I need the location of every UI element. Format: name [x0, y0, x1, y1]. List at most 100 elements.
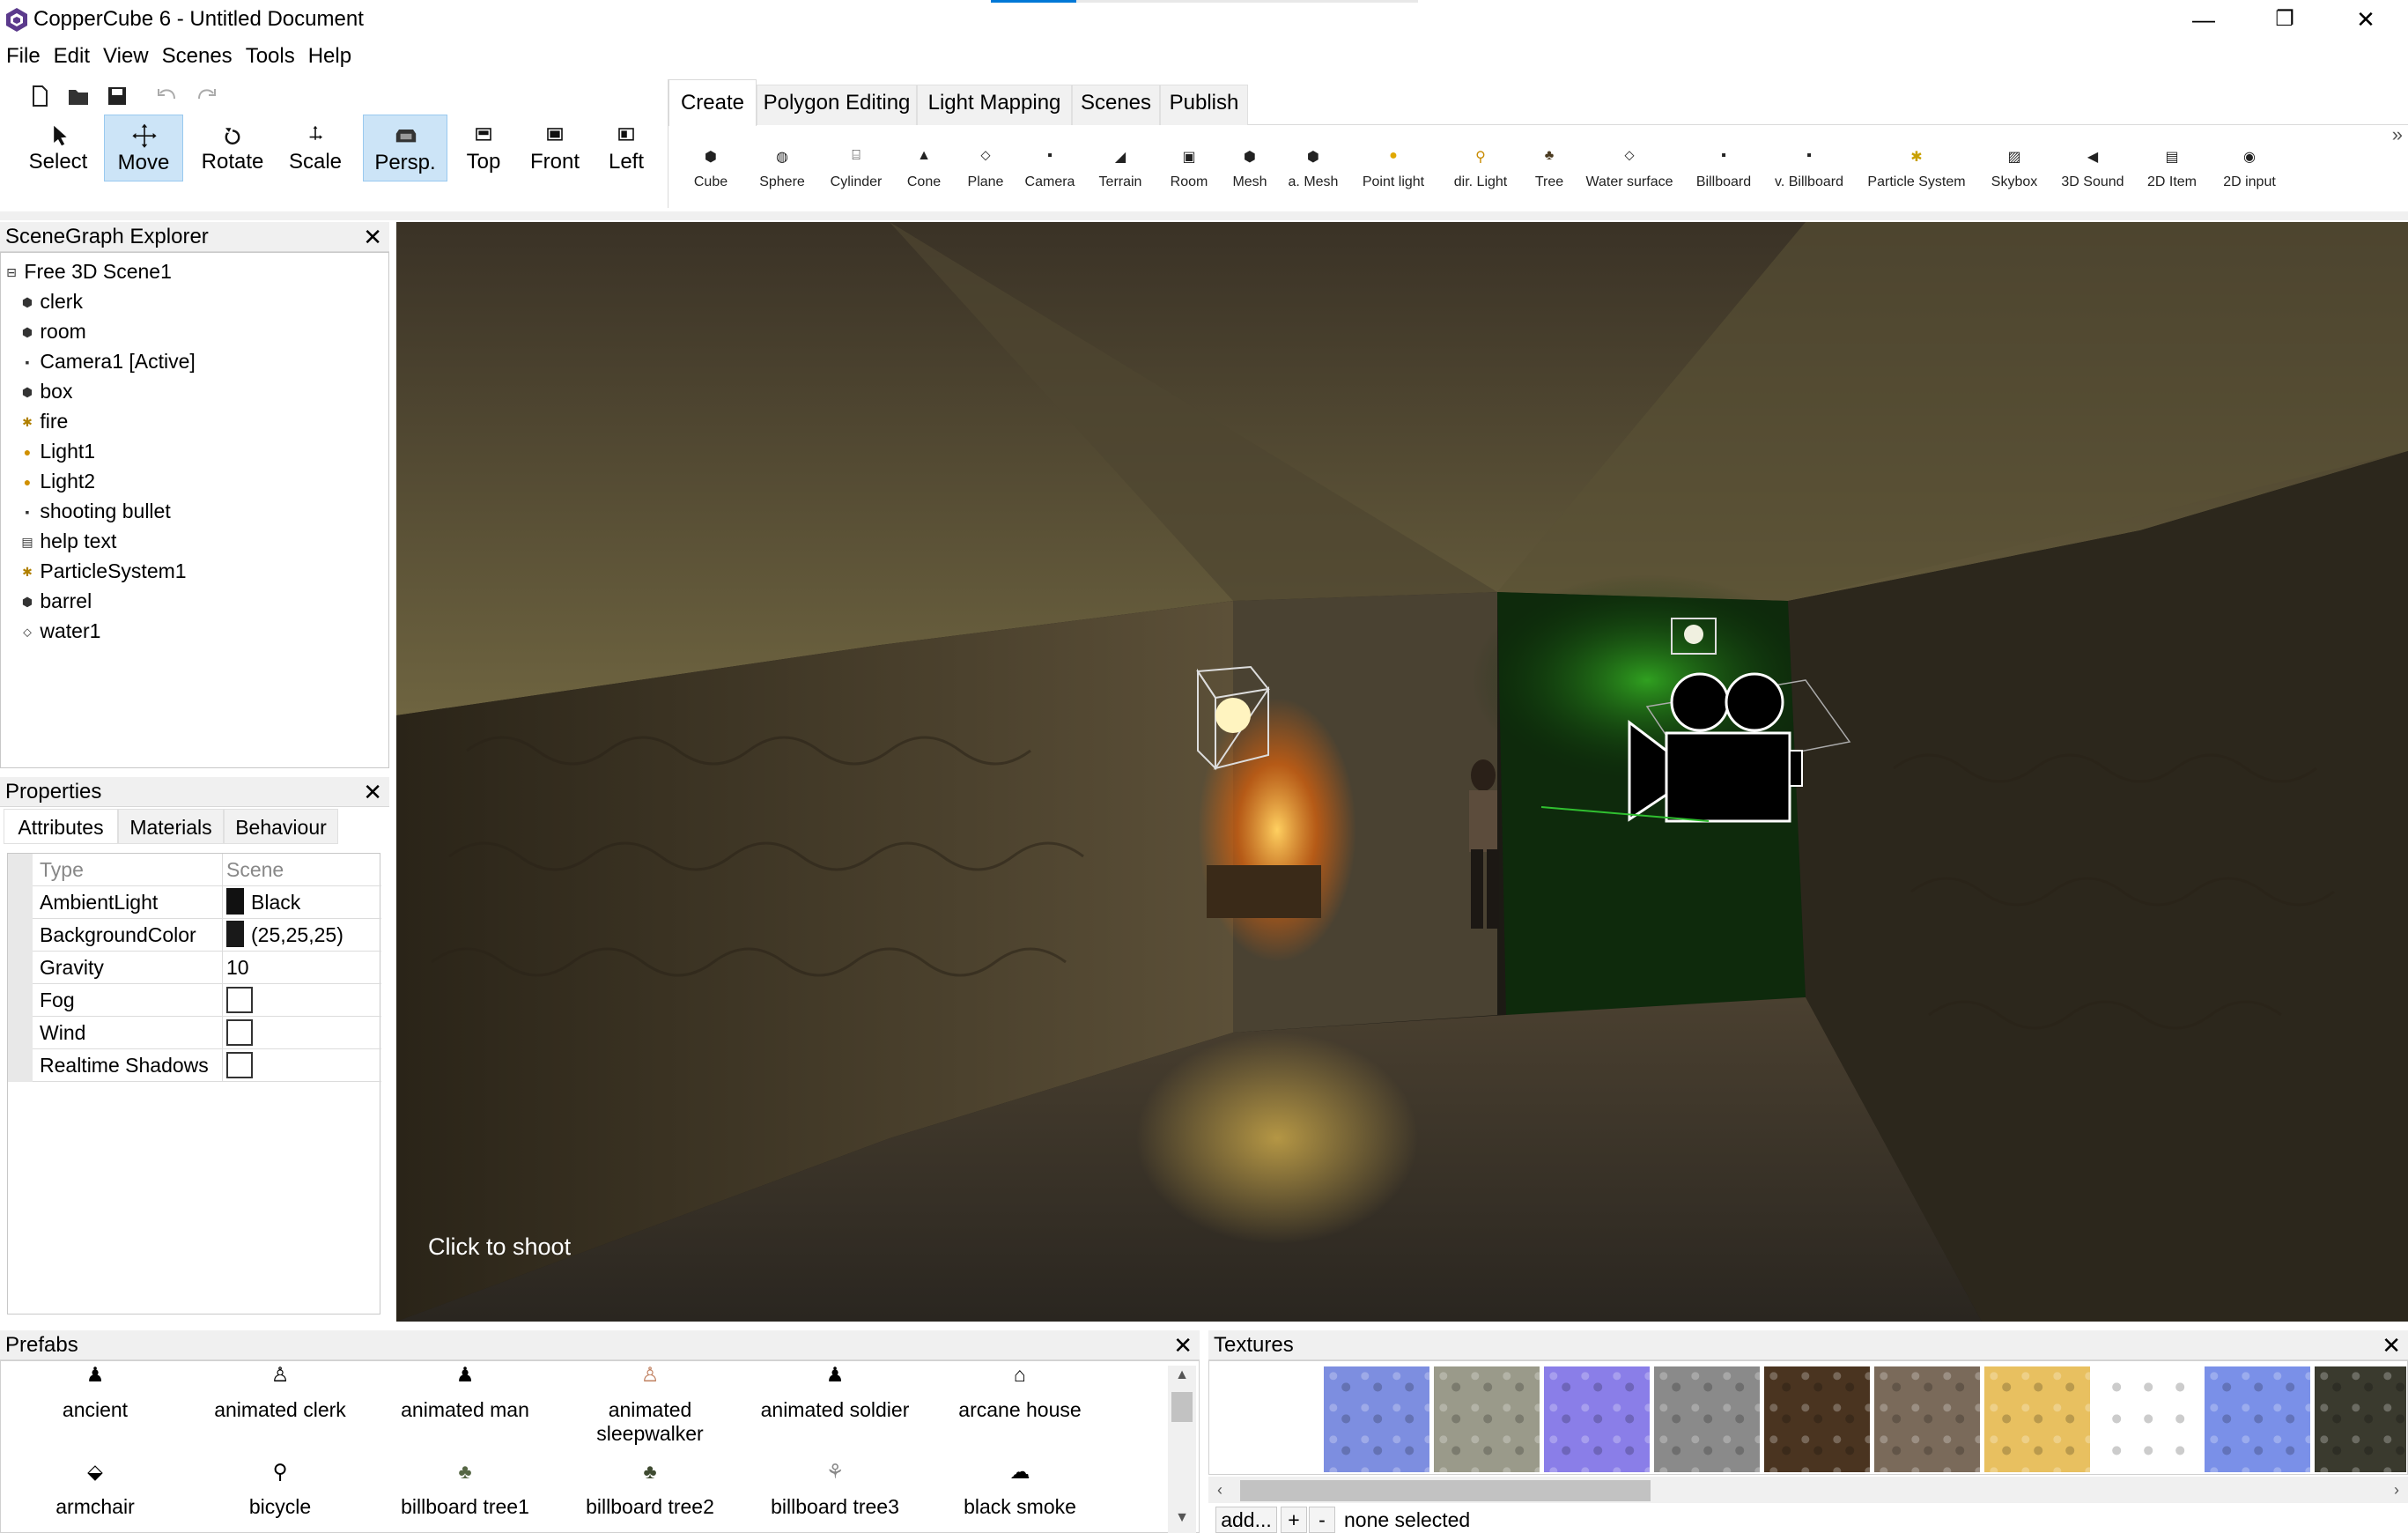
menu-tools[interactable]: Tools: [240, 41, 302, 69]
fog-checkbox[interactable]: [226, 987, 253, 1013]
prefab-item[interactable]: ♟ animated man: [373, 1363, 558, 1422]
prefab-item[interactable]: ⚘ billboard tree3: [742, 1460, 927, 1519]
create-vertical-billboard-button[interactable]: ▪ v. Billboard: [1768, 148, 1850, 190]
prefabs-scrollbar[interactable]: ▲ ▼: [1168, 1366, 1196, 1533]
realtime-shadows-checkbox[interactable]: [226, 1052, 253, 1078]
menu-scenes[interactable]: Scenes: [156, 41, 240, 69]
maximize-button[interactable]: ❐: [2244, 0, 2325, 39]
create-cylinder-button[interactable]: ⌸ Cylinder: [824, 148, 889, 190]
tab-scenes[interactable]: Scenes: [1072, 85, 1160, 125]
create-particle-system-button[interactable]: ✱ Particle System: [1861, 148, 1972, 190]
property-row-backgroundcolor[interactable]: BackgroundColor (25,25,25): [8, 919, 381, 952]
property-row-ambientlight[interactable]: AmbientLight Black: [8, 886, 381, 919]
tab-create[interactable]: Create: [668, 79, 757, 126]
tree-node-particlesystem1[interactable]: ✱ ParticleSystem1: [20, 556, 186, 586]
create-point-light-button[interactable]: ● Point light: [1355, 148, 1431, 190]
tab-light-mapping[interactable]: Light Mapping: [917, 85, 1072, 125]
tab-behaviour[interactable]: Behaviour: [224, 809, 338, 844]
create-tree-button[interactable]: ♣ Tree: [1526, 148, 1572, 190]
new-document-icon[interactable]: [25, 81, 55, 111]
select-tool-button[interactable]: Select: [16, 115, 100, 181]
save-icon[interactable]: [102, 81, 132, 111]
tree-node-shooting-bullet[interactable]: ▪ shooting bullet: [20, 496, 171, 526]
zoom-out-button[interactable]: -: [1309, 1507, 1335, 1533]
tab-publish[interactable]: Publish: [1160, 85, 1248, 125]
gravity-input[interactable]: 10: [226, 952, 249, 984]
tree-node-room[interactable]: ⬢ room: [20, 316, 86, 346]
create-camera-button[interactable]: ▪ Camera: [1019, 148, 1081, 190]
texture-thumbnail[interactable]: [2094, 1366, 2200, 1472]
prefabs-close-icon[interactable]: ✕: [1173, 1330, 1193, 1360]
property-row-realtime-shadows[interactable]: Realtime Shadows: [8, 1049, 381, 1082]
texture-thumbnail[interactable]: [1434, 1366, 1540, 1472]
create-cone-button[interactable]: ▲ Cone: [897, 148, 950, 190]
left-view-button[interactable]: Left: [595, 115, 657, 181]
property-row-fog[interactable]: Fog: [8, 984, 381, 1017]
scrollbar-thumb[interactable]: [1171, 1392, 1193, 1422]
create-mesh-button[interactable]: ⬢ Mesh: [1223, 148, 1276, 190]
perspective-view-button[interactable]: Persp.: [363, 115, 447, 181]
menu-file[interactable]: File: [0, 41, 48, 69]
texture-thumbnail[interactable]: [1324, 1366, 1429, 1472]
tab-materials[interactable]: Materials: [118, 809, 224, 844]
create-terrain-button[interactable]: ◢ Terrain: [1088, 148, 1153, 190]
prefab-item[interactable]: ♟ animated soldier: [742, 1363, 927, 1422]
property-row-wind[interactable]: Wind: [8, 1017, 381, 1049]
create-animated-mesh-button[interactable]: ⬢ a. Mesh: [1282, 148, 1345, 190]
tree-node-box[interactable]: ⬢ box: [20, 376, 73, 406]
create-skybox-button[interactable]: ▨ Skybox: [1981, 148, 2048, 190]
prefab-item[interactable]: ♙ animated clerk: [188, 1363, 373, 1422]
texture-thumbnail[interactable]: [1654, 1366, 1760, 1472]
prefab-item[interactable]: ⌂ arcane house: [927, 1363, 1112, 1422]
scroll-right-icon[interactable]: ›: [2394, 1477, 2399, 1503]
scroll-left-icon[interactable]: ‹: [1217, 1477, 1222, 1503]
tree-node-light1[interactable]: ● Light1: [20, 436, 95, 466]
property-row-gravity[interactable]: Gravity 10: [8, 952, 381, 984]
menu-view[interactable]: View: [97, 41, 156, 69]
textures-scrollbar[interactable]: ‹ ›: [1208, 1477, 2408, 1503]
prefab-item[interactable]: ♟ ancient: [3, 1363, 188, 1422]
3d-viewport[interactable]: Click to shoot: [396, 222, 2408, 1322]
minimize-button[interactable]: —: [2163, 0, 2244, 39]
tree-node-light2[interactable]: ● Light2: [20, 466, 95, 496]
close-button[interactable]: ✕: [2325, 0, 2406, 39]
open-folder-icon[interactable]: [63, 81, 93, 111]
create-cube-button[interactable]: ⬢ Cube: [684, 148, 737, 190]
collapse-box-icon[interactable]: ⊟: [4, 257, 18, 287]
menu-edit[interactable]: Edit: [48, 41, 97, 69]
zoom-in-button[interactable]: +: [1281, 1507, 1307, 1533]
tree-node-water1[interactable]: ⬦ water1: [20, 616, 100, 646]
create-2d-item-button[interactable]: ▤ 2D Item: [2139, 148, 2205, 190]
texture-thumbnail[interactable]: [1984, 1366, 2090, 1472]
ribbon-overflow-icon[interactable]: »: [2392, 123, 2403, 146]
move-tool-button[interactable]: Move: [104, 115, 183, 181]
create-room-button[interactable]: ▣ Room: [1162, 148, 1216, 190]
prefab-item[interactable]: ⚲ bicycle: [188, 1460, 373, 1519]
tab-polygon-editing[interactable]: Polygon Editing: [757, 85, 917, 125]
create-sphere-button[interactable]: ◍ Sphere: [751, 148, 813, 190]
prefab-item[interactable]: ⬙ armchair: [3, 1460, 188, 1519]
create-billboard-button[interactable]: ▪ Billboard: [1688, 148, 1759, 190]
texture-thumbnail[interactable]: [1764, 1366, 1870, 1472]
textures-close-icon[interactable]: ✕: [2382, 1330, 2401, 1360]
color-swatch[interactable]: [226, 888, 244, 915]
tree-node-clerk[interactable]: ⬢ clerk: [20, 286, 83, 316]
scroll-up-icon[interactable]: ▲: [1168, 1367, 1196, 1383]
texture-thumbnail[interactable]: [1874, 1366, 1980, 1472]
front-view-button[interactable]: Front: [520, 115, 590, 181]
redo-icon[interactable]: [192, 81, 222, 111]
prefab-item[interactable]: ♙ animated sleepwalker: [558, 1363, 742, 1446]
create-directional-light-button[interactable]: ⚲ dir. Light: [1444, 148, 1518, 190]
tree-node-barrel[interactable]: ⬢ barrel: [20, 586, 92, 616]
texture-thumbnail[interactable]: [2315, 1366, 2406, 1472]
properties-close-icon[interactable]: ✕: [363, 777, 382, 807]
menu-help[interactable]: Help: [302, 41, 358, 69]
top-view-button[interactable]: Top: [453, 115, 514, 181]
scenegraph-close-icon[interactable]: ✕: [363, 222, 382, 252]
create-water-surface-button[interactable]: ⬦ Water surface: [1581, 148, 1678, 190]
wind-checkbox[interactable]: [226, 1019, 253, 1046]
prefab-item[interactable]: ♣ billboard tree2: [558, 1460, 742, 1519]
tree-root-node[interactable]: ⊟ Free 3D Scene1: [4, 256, 172, 286]
undo-icon[interactable]: [151, 81, 181, 111]
color-swatch[interactable]: [226, 921, 244, 947]
